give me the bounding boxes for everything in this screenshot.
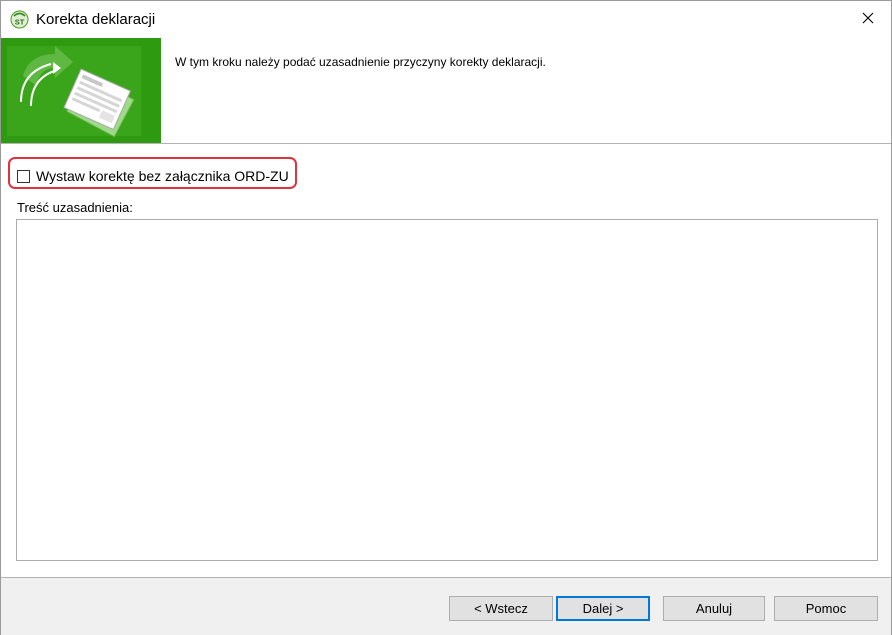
cancel-button[interactable]: Anuluj bbox=[663, 596, 765, 621]
next-button[interactable]: Dalej > bbox=[556, 596, 650, 621]
wizard-header: W tym kroku należy podać uzasadnienie pr… bbox=[1, 38, 891, 143]
without-ordzu-checkbox-label[interactable]: Wystaw korektę bez załącznika ORD-ZU bbox=[36, 168, 289, 184]
banner-image bbox=[1, 38, 161, 143]
step-description: W tym kroku należy podać uzasadnienie pr… bbox=[175, 55, 546, 69]
close-icon[interactable] bbox=[862, 11, 874, 29]
st-app-icon: ST bbox=[10, 10, 29, 29]
reason-textarea[interactable] bbox=[16, 219, 878, 561]
window-title: Korekta deklaracji bbox=[36, 11, 156, 28]
wizard-footer: < Wstecz Dalej > Anuluj Pomoc bbox=[1, 577, 891, 635]
close-button[interactable] bbox=[845, 1, 891, 38]
ordzu-checkbox-row[interactable]: Wystaw korektę bez załącznika ORD-ZU bbox=[17, 167, 289, 185]
document-correction-illustration bbox=[1, 38, 161, 143]
dialog-window: ST Korekta deklaracji W tym kroku należy… bbox=[0, 0, 892, 635]
svg-text:ST: ST bbox=[15, 18, 25, 27]
help-button[interactable]: Pomoc bbox=[774, 596, 878, 621]
title-bar[interactable]: ST Korekta deklaracji bbox=[1, 1, 891, 38]
header-separator bbox=[1, 143, 891, 144]
reason-label: Treść uzasadnienia: bbox=[17, 200, 133, 215]
without-ordzu-checkbox[interactable] bbox=[17, 169, 30, 183]
back-button[interactable]: < Wstecz bbox=[449, 596, 553, 621]
